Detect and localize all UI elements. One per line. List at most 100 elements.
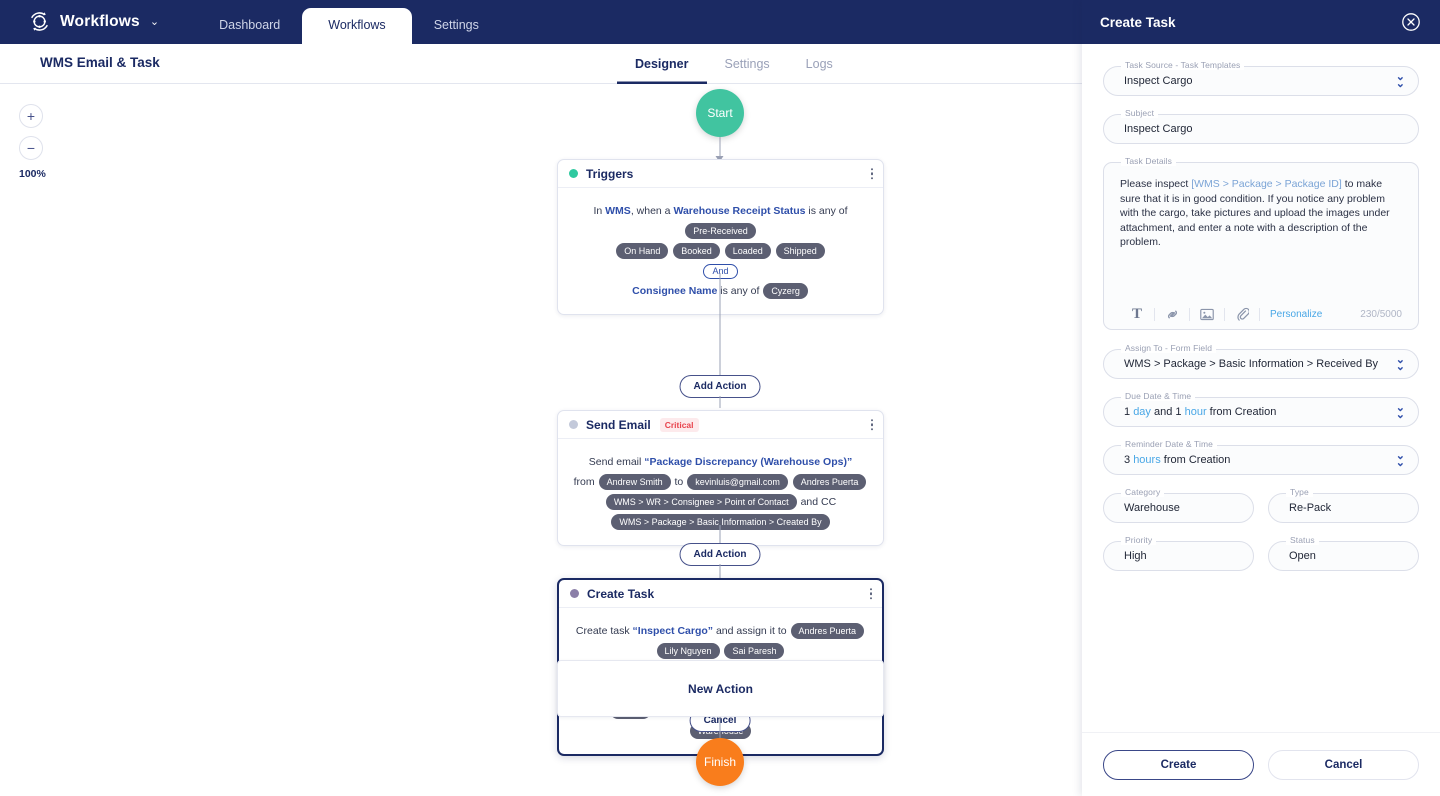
triggers-line1-mid: , when a [631,205,674,217]
connector-triggers-addaction [720,273,721,375]
reminder-date-field[interactable]: Reminder Date & Time 3 hours from Creati… [1103,445,1419,475]
nav-item-settings[interactable]: Settings [412,19,501,45]
start-node[interactable]: Start [696,89,744,137]
nav-item-dashboard[interactable]: Dashboard [197,19,302,45]
priority-field[interactable]: Priority High [1103,541,1254,571]
send-email-template-name: “Package Discrepancy (Warehouse Ops)” [644,456,852,468]
chip-assignee: Andres Puerta [791,623,865,639]
personalize-link[interactable]: Personalize [1270,309,1322,320]
tab-settings[interactable]: Settings [707,44,788,84]
task-details-toolbar: T Personalize 230/5000 [1104,299,1418,329]
due-date-field[interactable]: Due Date & Time 1 day and 1 hour from Cr… [1103,397,1419,427]
connector-sendemail-addaction [720,525,721,543]
task-details-text: Please inspect [WMS > Package > Package … [1120,177,1403,250]
finish-node-label: Finish [704,755,736,769]
add-action-button-2[interactable]: Add Action [680,543,761,566]
send-email-from-label: from [574,476,595,488]
triggers-menu-icon[interactable] [871,168,874,180]
reminder-date-value: 3 hours from Creation [1124,454,1230,466]
triggers-line1-post: is any of [806,205,848,217]
status-field[interactable]: Status Open [1268,541,1419,571]
task-source-field[interactable]: Task Source - Task Templates Inspect Car… [1103,66,1419,96]
due-date-unit2: hour [1185,406,1207,418]
chip-assignee: Lily Nguyen [657,643,720,659]
due-date-num2: 1 [1175,406,1181,418]
start-node-label: Start [707,106,732,120]
app-root: Workflows ⌄ Dashboard Workflows Settings… [0,0,1440,796]
chevron-down-icon[interactable]: ⌄⌄ [1396,403,1405,421]
chevron-down-icon[interactable]: ⌄⌄ [1396,355,1405,373]
paperclip-icon[interactable] [1225,307,1259,321]
connector-addaction-sendemail [720,396,721,408]
category-type-row: Category Warehouse Type Re-Pack [1103,493,1419,541]
tab-logs[interactable]: Logs [788,44,851,84]
send-email-menu-icon[interactable] [871,419,874,431]
triggers-app: WMS [605,205,631,217]
send-email-to-label: to [675,476,684,488]
status-value: Open [1289,550,1316,562]
text-format-icon[interactable]: T [1120,306,1154,323]
triggers-field2: Consignee Name [632,285,717,297]
brand-logo[interactable]: Workflows ⌄ [0,10,159,44]
chip-status: Booked [673,243,720,259]
chip-recipient: Andres Puerta [793,474,867,490]
category-value: Warehouse [1124,502,1180,514]
cancel-button[interactable]: Cancel [1268,750,1419,780]
panel-body: Task Source - Task Templates Inspect Car… [1082,44,1440,732]
gear-refresh-icon [28,10,51,33]
reminder-unit1: hours [1133,454,1161,466]
brand-label: Workflows [60,13,140,31]
image-icon[interactable] [1190,308,1224,321]
subject-field[interactable]: Subject Inspect Cargo [1103,114,1419,144]
assign-to-label: Assign To - Form Field [1121,343,1216,353]
chip-recipient: WMS > WR > Consignee > Point of Contact [606,494,797,510]
chip-consignee: Cyzerg [763,283,808,299]
triggers-header: Triggers [558,160,883,188]
create-task-menu-icon[interactable] [870,588,873,600]
connector-addaction-createtask [720,564,721,578]
panel-title: Create Task [1100,15,1176,30]
chip-status: Pre-Received [685,223,756,239]
nav-item-workflows[interactable]: Workflows [302,8,411,44]
subject-value: Inspect Cargo [1124,123,1192,135]
send-email-title: Send Email [586,418,651,432]
close-icon[interactable] [1401,12,1421,32]
flow-diagram: Start Triggers In WMS, when a Warehouse … [0,84,1082,796]
reminder-date-label: Reminder Date & Time [1121,439,1217,449]
send-email-header: Send Email Critical [558,411,883,439]
send-email-cc-label: and CC [801,496,837,508]
triggers-line2-post: is any of [720,285,759,297]
workflow-canvas[interactable]: + − 100% Start Triggers In WMS, when a W… [0,84,1082,796]
chip-assignee: Sai Paresh [724,643,784,659]
node-send-email[interactable]: Send Email Critical Send email “Package … [557,410,884,546]
create-task-status-dot [570,589,579,598]
chevron-down-icon[interactable]: ⌄⌄ [1396,72,1405,90]
node-triggers[interactable]: Triggers In WMS, when a Warehouse Receip… [557,159,884,315]
create-task-title: Create Task [587,587,654,601]
task-details-text-1: Please inspect [1120,178,1191,190]
add-action-button-1[interactable]: Add Action [680,375,761,398]
task-source-value: Inspect Cargo [1124,75,1192,87]
type-field[interactable]: Type Re-Pack [1268,493,1419,523]
tab-designer[interactable]: Designer [617,44,707,84]
due-date-value: 1 day and 1 hour from Creation [1124,406,1276,418]
link-icon[interactable] [1155,308,1189,321]
finish-node[interactable]: Finish [696,738,744,786]
chip-status: On Hand [616,243,668,259]
status-label: Status [1286,535,1319,545]
new-action-card[interactable]: New Action [557,660,884,717]
create-button[interactable]: Create [1103,750,1254,780]
top-nav-items: Dashboard Workflows Settings [197,0,501,44]
panel-footer: Create Cancel [1082,732,1440,796]
category-label: Category [1121,487,1164,497]
send-email-prefix: Send email [589,456,644,468]
assign-to-value: WMS > Package > Basic Information > Rece… [1124,358,1378,370]
task-details-editor[interactable]: Please inspect [WMS > Package > Package … [1104,163,1418,299]
assign-to-field[interactable]: Assign To - Form Field WMS > Package > B… [1103,349,1419,379]
chevron-down-icon[interactable]: ⌄⌄ [1396,451,1405,469]
subject-label: Subject [1121,108,1158,118]
chip-recipient: kevinluis@gmail.com [687,474,788,490]
category-field[interactable]: Category Warehouse [1103,493,1254,523]
task-details-field[interactable]: Task Details Please inspect [WMS > Packa… [1103,162,1419,330]
workflow-tabs: Designer Settings Logs [617,44,851,84]
